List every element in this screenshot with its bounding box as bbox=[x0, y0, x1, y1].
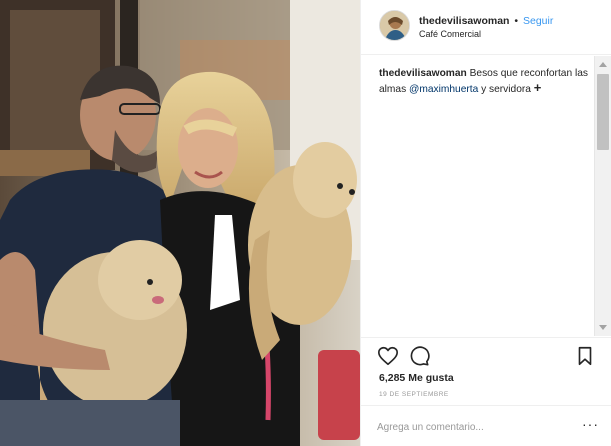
caption-username[interactable]: thedevilisawoman bbox=[379, 68, 467, 79]
speech-bubble-icon bbox=[410, 346, 430, 366]
like-button[interactable] bbox=[377, 345, 399, 367]
location-link[interactable]: Café Comercial bbox=[419, 29, 481, 39]
header-username-row: thedevilisawoman • Seguir bbox=[419, 15, 553, 27]
comments-area: thedevilisawoman Besos que reconfortan l… bbox=[361, 56, 597, 336]
post-photo[interactable] bbox=[0, 0, 360, 446]
post-date[interactable]: 19 DE SEPTIEMBRE bbox=[379, 391, 449, 398]
scroll-down-arrow-icon[interactable] bbox=[599, 325, 607, 330]
caption: thedevilisawoman Besos que reconfortan l… bbox=[379, 66, 594, 98]
scroll-thumb[interactable] bbox=[597, 74, 609, 150]
separator-dot: • bbox=[514, 15, 519, 27]
scroll-up-arrow-icon[interactable] bbox=[599, 62, 607, 67]
header-username[interactable]: thedevilisawoman bbox=[419, 15, 509, 27]
avatar-image bbox=[380, 11, 409, 40]
comment-input[interactable] bbox=[377, 418, 557, 436]
bookmark-icon bbox=[578, 346, 592, 366]
more-options-button[interactable]: ··· bbox=[582, 417, 599, 431]
caption-text-after: y servidora bbox=[481, 84, 531, 95]
save-button[interactable] bbox=[574, 345, 596, 367]
heart-icon bbox=[378, 346, 398, 366]
comment-button[interactable] bbox=[408, 345, 430, 367]
likes-count[interactable]: 6,285 Me gusta bbox=[379, 372, 454, 384]
comment-box: ··· bbox=[361, 405, 611, 446]
instagram-post: thedevilisawoman • Seguir Café Comercial… bbox=[0, 0, 611, 446]
follow-button[interactable]: Seguir bbox=[523, 15, 553, 27]
post-details-panel: thedevilisawoman • Seguir Café Comercial… bbox=[360, 0, 611, 446]
comments-scrollbar[interactable] bbox=[594, 56, 611, 336]
photo-illustration bbox=[0, 0, 360, 446]
caption-mention-link[interactable]: @maximhuerta bbox=[409, 84, 478, 95]
action-bar bbox=[361, 337, 611, 371]
avatar[interactable] bbox=[379, 10, 410, 41]
post-header: thedevilisawoman • Seguir Café Comercial bbox=[361, 0, 611, 55]
caption-plus-symbol: + bbox=[533, 80, 542, 95]
